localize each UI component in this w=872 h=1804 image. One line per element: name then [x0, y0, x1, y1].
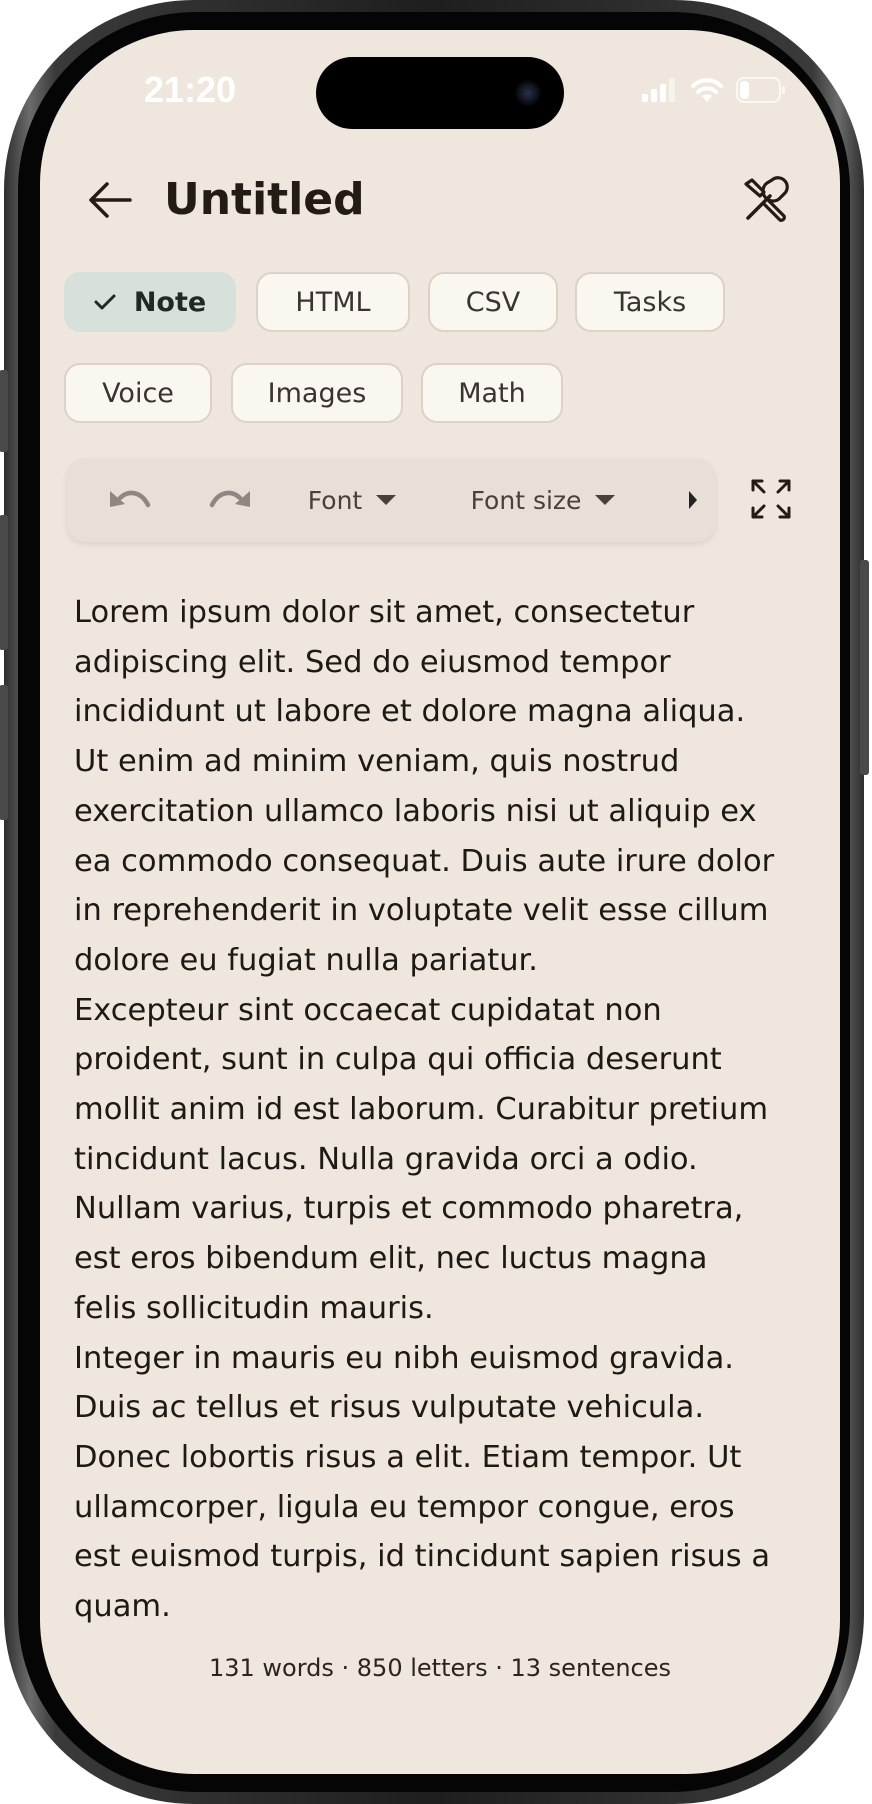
- chevron-down-icon: [595, 495, 616, 505]
- mode-chip-label: HTML: [295, 286, 371, 318]
- chevron-right-icon: [689, 491, 697, 509]
- editor-line: incididunt ut labore et dolore magna ali…: [74, 694, 746, 730]
- note-editor[interactable]: Lorem ipsum dolor sit amet, consectetur …: [74, 588, 814, 1632]
- phone-frame: 21:20 Untitled Note HTML CSV Tasks Voice…: [0, 0, 869, 1804]
- mode-chip-label: Voice: [102, 377, 174, 409]
- status-icons: [642, 72, 786, 108]
- editor-line: felis sollicitudin mauris.: [74, 1290, 434, 1326]
- toolbar-more-button[interactable]: [678, 458, 708, 542]
- battery-icon: [736, 77, 785, 103]
- status-time: 21:20: [143, 69, 237, 110]
- dynamic-island: [316, 57, 564, 129]
- editor-line: quam.: [74, 1589, 171, 1625]
- editor-line: Nullam varius, turpis et commodo pharetr…: [74, 1191, 744, 1227]
- screen: 21:20 Untitled Note HTML CSV Tasks Voice…: [40, 30, 840, 1774]
- editor-line: Lorem ipsum dolor sit amet, consectetur: [74, 595, 695, 630]
- chevron-down-icon: [376, 495, 397, 505]
- mode-chip-label: Math: [458, 377, 526, 409]
- signal-icon: [642, 78, 675, 102]
- wifi-icon: [691, 78, 723, 102]
- mode-chip-html[interactable]: HTML: [256, 272, 410, 332]
- editor-line: Duis ac tellus et risus vulputate vehicu…: [74, 1390, 705, 1426]
- editor-line: adipiscing elit. Sed do eiusmod tempor: [74, 644, 671, 680]
- editor-line: exercitation ullamco laboris nisi ut ali…: [74, 793, 757, 829]
- mode-chip-label: Tasks: [613, 286, 687, 318]
- volume-up-button: [0, 515, 8, 650]
- redo-icon: [209, 490, 250, 508]
- editor-line: Integer in mauris eu nibh euismod gravid…: [74, 1340, 734, 1376]
- editor-line: tincidunt lacus. Nulla gravida orci a od…: [74, 1141, 698, 1177]
- editor-line: est eros bibendum elit, nec luctus magna: [74, 1241, 708, 1277]
- mode-chip-voice[interactable]: Voice: [64, 363, 212, 423]
- tools-button[interactable]: [736, 170, 796, 230]
- font-size-dropdown-label: Font size: [470, 485, 582, 515]
- mode-chip-note[interactable]: Note: [64, 272, 236, 332]
- editor-line: proident, sunt in culpa qui officia dese…: [74, 1042, 722, 1078]
- font-size-dropdown[interactable]: Font size: [458, 458, 628, 542]
- editor-line: Ut enim ad minim veniam, quis nostrud: [74, 744, 680, 780]
- editor-line: Excepteur sint occaecat cupidatat non: [74, 992, 662, 1028]
- back-button[interactable]: [80, 170, 140, 230]
- mode-chip-math[interactable]: Math: [421, 363, 563, 423]
- mode-chip-csv[interactable]: CSV: [428, 272, 558, 332]
- document-stats: 131 words · 850 letters · 13 sentences: [208, 1654, 672, 1682]
- editor-line: Donec lobortis risus a elit. Etiam tempo…: [74, 1439, 742, 1475]
- mode-chip-images[interactable]: Images: [231, 363, 403, 423]
- mode-chip-label: Images: [267, 377, 367, 409]
- editor-line: in reprehenderit in voluptate velit esse…: [74, 893, 769, 929]
- expand-button[interactable]: [740, 468, 802, 530]
- header: Untitled: [40, 150, 840, 250]
- undo-icon: [110, 490, 151, 508]
- power-button: [860, 560, 869, 775]
- editor-line: dolore eu fugiat nulla pariatur.: [74, 942, 538, 978]
- check-icon: [94, 294, 116, 310]
- tools-icon: [744, 176, 789, 222]
- redo-button[interactable]: [200, 458, 260, 542]
- font-dropdown-label: Font: [307, 485, 363, 515]
- page-title: Untitled: [164, 174, 365, 225]
- editor-line: mollit anim id est laborum. Curabitur pr…: [74, 1092, 769, 1128]
- volume-down-button: [0, 685, 8, 820]
- action-button: [0, 370, 8, 452]
- editor-line: ullamcorper, ligula eu tempor congue, er…: [74, 1489, 735, 1525]
- font-dropdown[interactable]: Font: [302, 458, 402, 542]
- editor-line: est euismod turpis, id tincidunt sapien …: [74, 1539, 771, 1575]
- mode-chip-label: Note: [133, 286, 207, 318]
- arrow-left-icon: [89, 182, 132, 218]
- camera-icon: [514, 79, 542, 107]
- undo-button[interactable]: [100, 458, 160, 542]
- editor-line: ea commodo consequat. Duis aute irure do…: [74, 843, 775, 879]
- expand-icon: [751, 479, 791, 519]
- mode-chip-tasks[interactable]: Tasks: [575, 272, 725, 332]
- format-toolbar: Font Font size: [66, 458, 716, 542]
- mode-chip-label: CSV: [465, 286, 521, 318]
